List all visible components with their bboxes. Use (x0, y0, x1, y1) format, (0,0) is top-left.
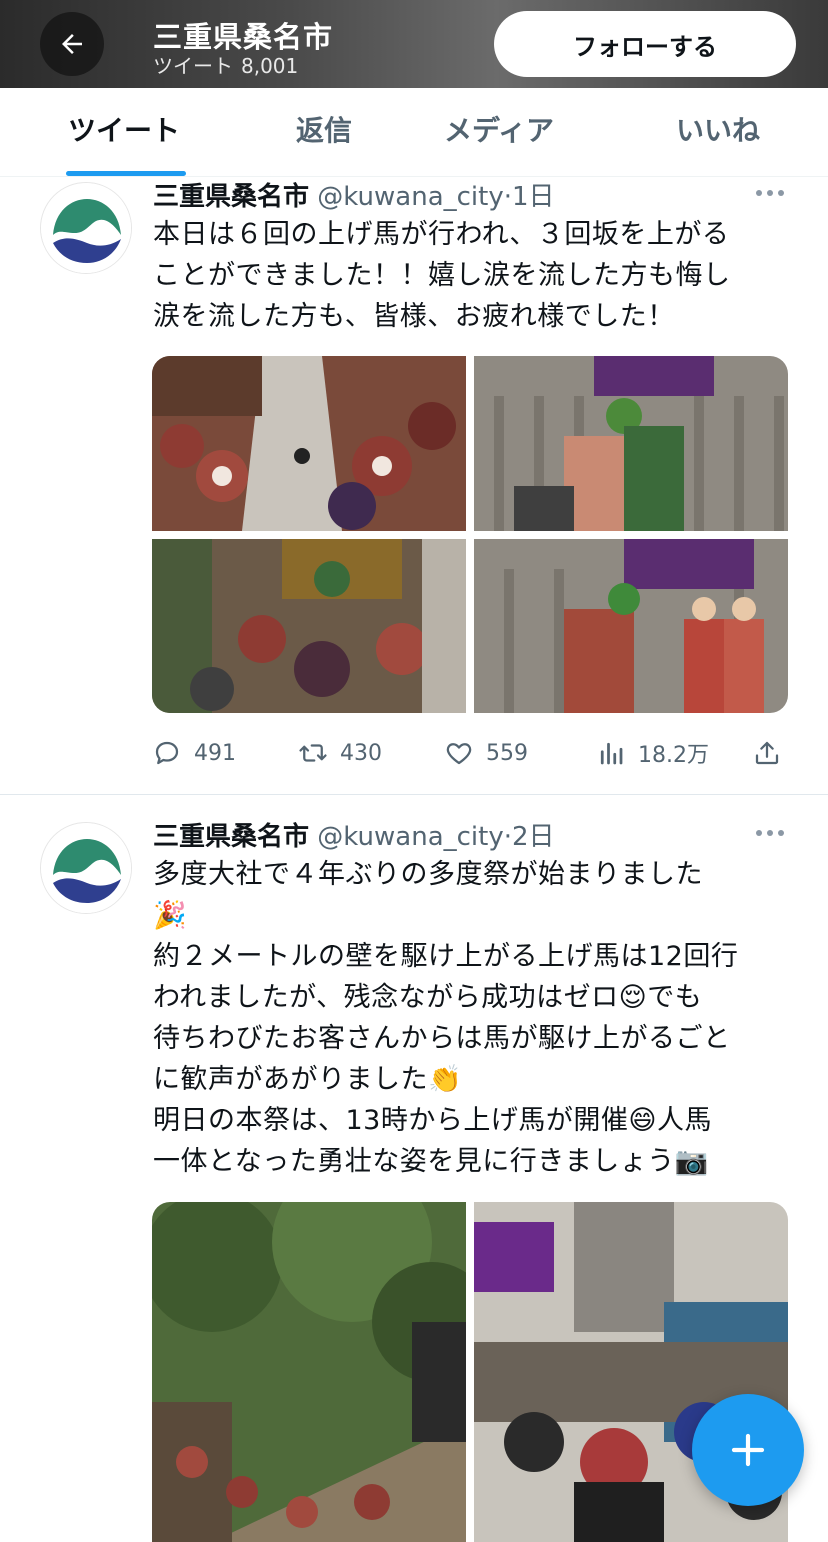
tweet-meta: 三重県桑名市 @kuwana_city·2日 (153, 816, 555, 853)
tweet-meta: 三重県桑名市 @kuwana_city·1日 (153, 176, 555, 213)
retweet-icon (299, 744, 327, 762)
views-count: 18.2万 (638, 743, 709, 768)
tweet-line: 約２メートルの壁を駆け上がる上げ馬は12回行 (153, 941, 739, 972)
tweet-line: われましたが、残念ながら成功はゼロ😌でも (153, 982, 703, 1013)
comment-icon (155, 741, 179, 765)
festival-fence-image (474, 356, 788, 531)
bar-chart-icon (600, 742, 623, 765)
share-button[interactable] (752, 733, 794, 773)
tab-likes[interactable]: いいね (676, 88, 760, 176)
tweet-author-name[interactable]: 三重県桑名市 (153, 182, 309, 212)
tweet-photo-1[interactable] (152, 1202, 466, 1542)
like-button[interactable]: 559 (444, 733, 528, 773)
tweet-media-grid[interactable] (152, 356, 788, 713)
tweet-author-handle[interactable]: @kuwana_city (317, 182, 503, 212)
retweet-count: 430 (340, 740, 382, 766)
meta-separator: · (503, 182, 512, 212)
festival-crowd-image (152, 356, 466, 531)
tweet-line: 待ちわびたお客さんからは馬が駆け上がるごと (153, 1023, 731, 1054)
tweet-actions: 491 430 559 18.2万 (152, 733, 788, 773)
header-tweet-count: ツイート 8,001 (153, 50, 298, 79)
tweet-line: 涙を流した方も、皆様、お疲れ様でした！ (153, 301, 675, 332)
tweet-line: 明日の本祭は、13時から上げ馬が開催😄人馬 (153, 1105, 713, 1136)
tweet-photo-2[interactable] (474, 356, 788, 531)
tweet-photo-4[interactable] (474, 539, 788, 713)
festival-men-image (474, 539, 788, 713)
arrow-left-icon (62, 34, 82, 54)
tweets-label: ツイート (153, 54, 233, 78)
meta-separator: · (503, 822, 512, 852)
tweet-line: 🎉 (153, 900, 188, 931)
tweet-line: 一体となった勇壮な姿を見に行きましょう📷 (153, 1146, 709, 1177)
profile-header: 三重県桑名市 ツイート 8,001 フォローする (0, 0, 828, 88)
tweets-count: 8,001 (241, 54, 299, 78)
tab-replies[interactable]: 返信 (296, 88, 352, 176)
reply-count: 491 (194, 740, 236, 766)
tweet-line: ことができました！！嬉し涙を流した方も悔し (153, 260, 731, 291)
kuwana-logo-icon (41, 823, 131, 913)
tab-tweets[interactable]: ツイート (68, 88, 180, 176)
tweet-timestamp[interactable]: 1日 (512, 182, 555, 212)
retweet-button[interactable]: 430 (298, 733, 382, 773)
festival-hill-image (152, 1202, 466, 1542)
kuwana-logo-icon (41, 183, 131, 273)
tweet-author-handle[interactable]: @kuwana_city (317, 822, 503, 852)
tweet-photo-1[interactable] (152, 356, 466, 531)
views-button[interactable]: 18.2万 (596, 733, 709, 773)
festival-shrine-image (152, 539, 466, 713)
tab-media[interactable]: メディア (444, 88, 554, 176)
like-count: 559 (486, 740, 528, 766)
more-horizontal-icon[interactable] (754, 188, 786, 198)
back-button[interactable] (40, 12, 104, 76)
compose-tweet-button[interactable] (692, 1394, 804, 1506)
tweet-line: 本日は６回の上げ馬が行われ、３回坂を上がる (153, 219, 730, 250)
tweet-author-name[interactable]: 三重県桑名市 (153, 822, 309, 852)
tweet-photo-3[interactable] (152, 539, 466, 713)
reply-button[interactable]: 491 (152, 733, 236, 773)
tweet-text: 多度大社で４年ぶりの多度祭が始まりました 🎉 約２メートルの壁を駆け上がる上げ馬… (153, 854, 793, 1182)
avatar[interactable] (40, 822, 132, 914)
tweet-text: 本日は６回の上げ馬が行われ、３回坂を上がる ことができました！！嬉し涙を流した方… (153, 214, 793, 337)
profile-tabs: ツイート 返信 メディア いいね (0, 88, 828, 177)
share-icon (755, 741, 779, 765)
follow-button[interactable]: フォローする (494, 11, 796, 77)
tweet-divider (0, 794, 828, 795)
tweet-media-grid[interactable] (152, 1202, 788, 1542)
avatar[interactable] (40, 182, 132, 274)
more-horizontal-icon[interactable] (754, 828, 786, 838)
tweet-line: 多度大社で４年ぶりの多度祭が始まりました (153, 859, 703, 890)
plus-icon (731, 1433, 765, 1467)
tweet-line: に歓声があがりました👏 (153, 1064, 463, 1095)
heart-icon (446, 743, 472, 765)
tweet-timestamp[interactable]: 2日 (512, 822, 555, 852)
